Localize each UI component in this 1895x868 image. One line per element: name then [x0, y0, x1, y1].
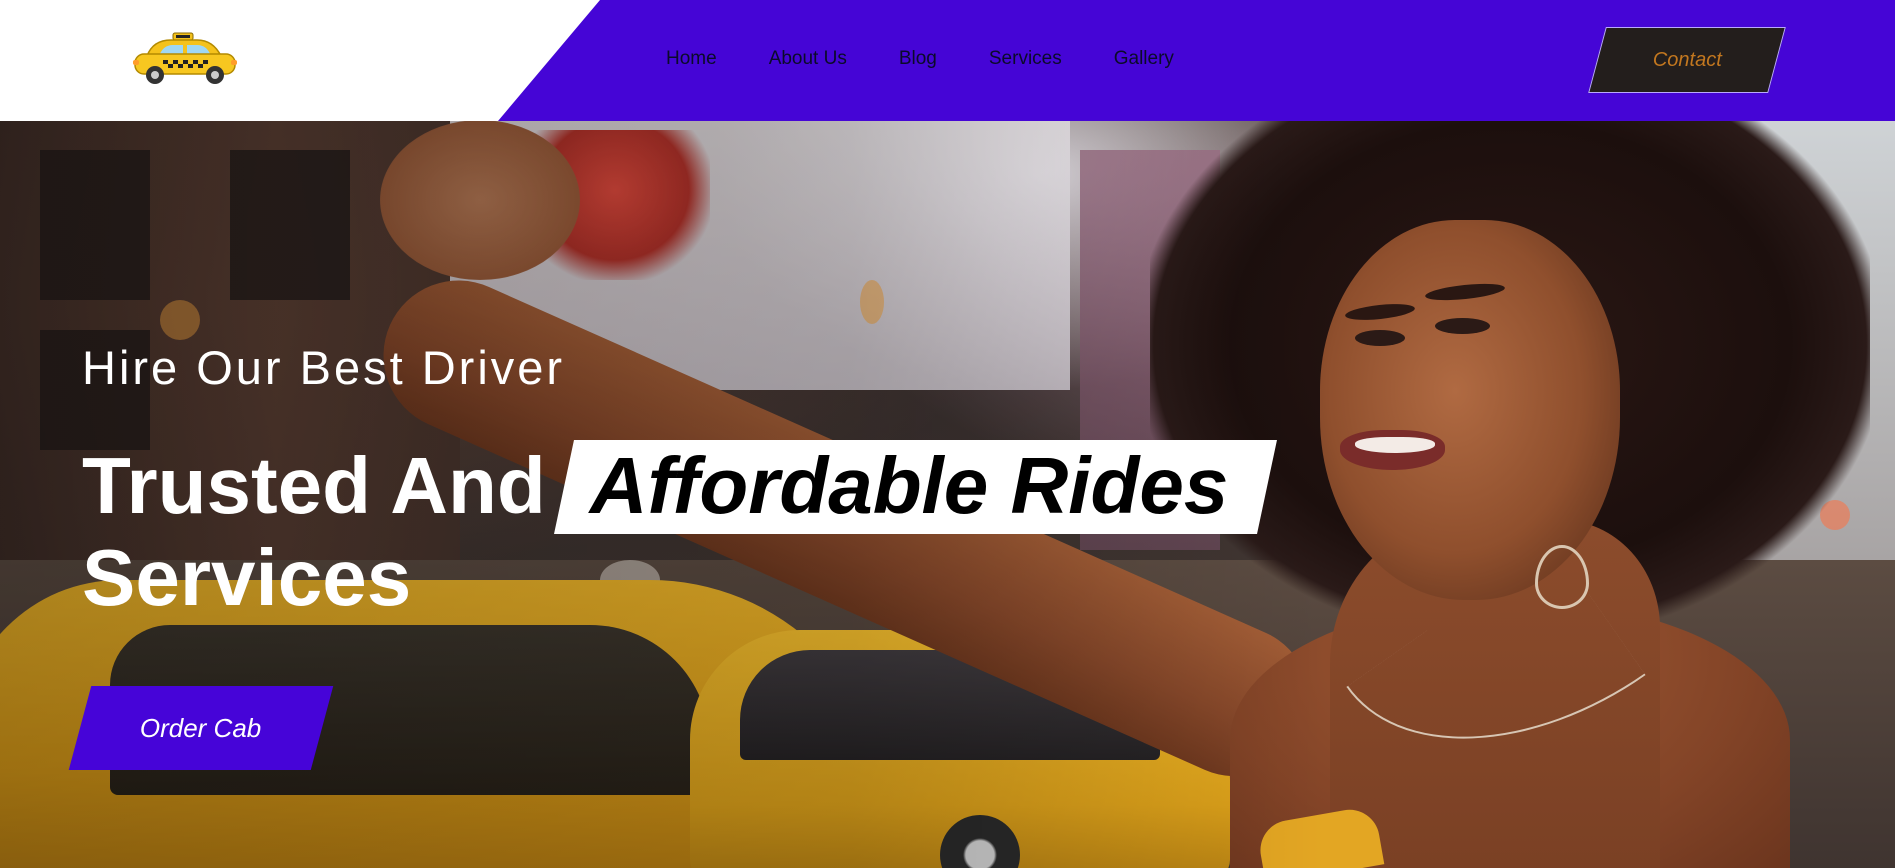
headline-part-1: Trusted And [82, 441, 546, 530]
headline-line-1: Trusted And Affordable Rides [82, 440, 1266, 532]
site-header: Home About Us Blog Services Gallery Cont… [0, 0, 1895, 121]
nav-services[interactable]: Services [989, 48, 1062, 70]
order-cab-button[interactable]: Order Cab [68, 686, 334, 770]
landing-page: Home About Us Blog Services Gallery Cont… [0, 0, 1895, 868]
headline-line-2: Services [82, 533, 412, 622]
nav-gallery[interactable]: Gallery [1114, 48, 1174, 70]
nav-about-us[interactable]: About Us [769, 48, 847, 70]
contact-button[interactable]: Contact [1588, 27, 1786, 93]
main-nav: Home About Us Blog Services Gallery [666, 48, 1174, 70]
contact-button-label: Contact [1652, 48, 1722, 71]
hero-subtitle: Hire Our Best Driver [82, 341, 566, 394]
order-cab-label: Order Cab [140, 712, 262, 743]
hero-headline: Trusted And Affordable Rides Services [82, 440, 1266, 624]
taxi-car-icon[interactable] [131, 30, 239, 86]
nav-blog[interactable]: Blog [899, 48, 937, 70]
nav-home[interactable]: Home [666, 48, 717, 70]
headline-highlight: Affordable Rides [564, 440, 1267, 532]
